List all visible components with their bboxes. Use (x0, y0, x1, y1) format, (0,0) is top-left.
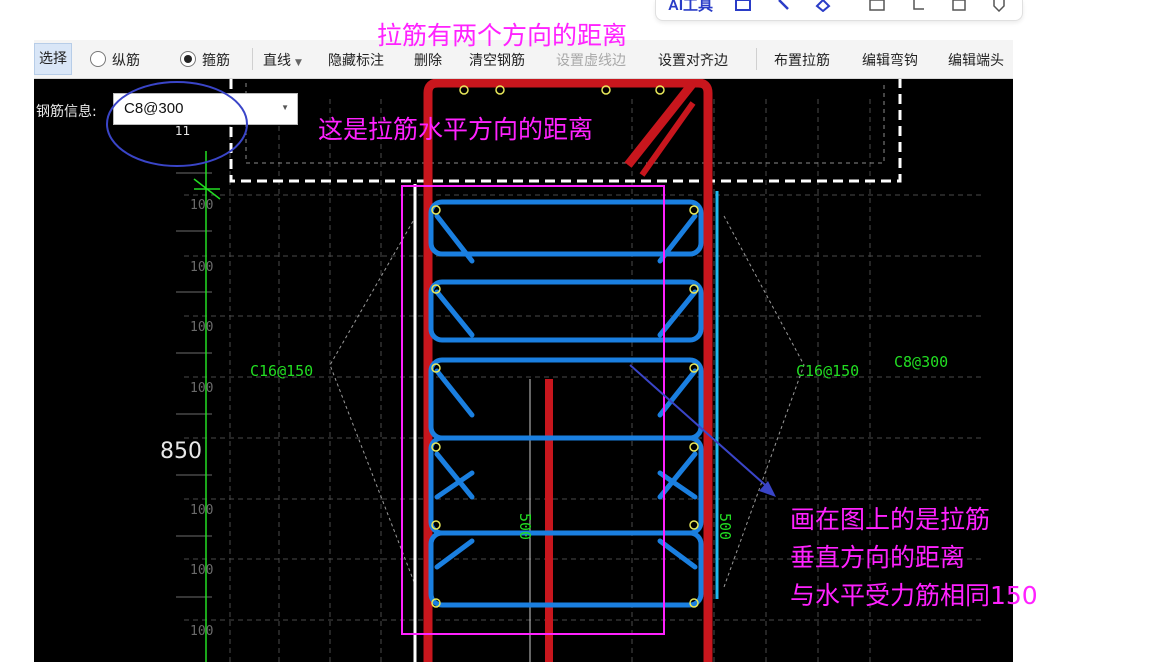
line-dropdown-label: 直线 (263, 53, 291, 69)
radio-stirrup-circle[interactable] (180, 51, 196, 67)
rebar-info-value: C8@300 (124, 100, 184, 117)
toolbar-divider (252, 48, 253, 70)
spacing-label-100: 100 (190, 260, 213, 275)
spacing-labels: 100 100 100 100 100 100 100 (190, 198, 213, 639)
radio-stirrup-label: 箍筋 (202, 53, 230, 69)
spacing-label-100: 100 (190, 503, 213, 518)
spacing-label-100: 100 (190, 198, 213, 213)
floating-toolbar-label[interactable]: AI工具 (668, 0, 713, 15)
pen-icon[interactable] (776, 0, 794, 12)
dim-500-right: 500 (716, 513, 734, 540)
spacing-label-100: 100 (190, 320, 213, 335)
annotation-vertical-line-1: 画在图上的是拉筋 (790, 505, 991, 534)
dim-500-left: 500 (516, 513, 534, 540)
crop-icon[interactable] (910, 0, 928, 12)
delete-button[interactable]: 删除 (414, 50, 442, 70)
spacing-label-100: 100 (190, 563, 213, 578)
clear-rebar-button[interactable]: 清空钢筋 (469, 50, 525, 70)
place-tie-bar-button[interactable]: 布置拉筋 (774, 50, 830, 70)
floating-toolbar: AI工具 (655, 0, 1023, 21)
toolbar-divider (756, 48, 757, 70)
chevron-down-icon: ▼ (295, 58, 302, 68)
set-align-edge-button[interactable]: 设置对齐边 (658, 50, 728, 70)
save-icon[interactable] (950, 0, 968, 12)
annotation-vertical-note: 画在图上的是拉筋 垂直方向的距离 与水平受力筋相同150 (790, 501, 1038, 615)
set-dashed-edge-button[interactable]: 设置虚线边 (556, 50, 626, 70)
annotation-vertical-line-3: 与水平受力筋相同150 (790, 581, 1038, 610)
dimension-850: 850 (160, 439, 202, 464)
spacing-label-100: 100 (190, 381, 213, 396)
annotation-vertical-line-2: 垂直方向的距离 (790, 543, 966, 572)
line-dropdown[interactable]: 直线 ▼ (263, 50, 302, 70)
partial-label: 11 (175, 124, 190, 138)
image-icon[interactable] (868, 0, 886, 12)
radio-stirrup[interactable]: 箍筋 (180, 50, 230, 70)
stirrup-hooks (434, 213, 698, 570)
image-edit-icon[interactable] (734, 0, 752, 12)
radio-longitudinal-label: 纵筋 (112, 53, 140, 69)
edit-end-button[interactable]: 编辑端头 (948, 50, 1004, 70)
shield-icon[interactable] (990, 0, 1008, 12)
select-button[interactable]: 选择 (34, 43, 72, 75)
rebar-info-select[interactable]: C8@300 ▼ (113, 93, 298, 125)
radio-longitudinal-circle[interactable] (90, 51, 106, 67)
right-rebar-label-2: C8@300 (894, 353, 948, 371)
edit-hook-button[interactable]: 编辑弯钩 (862, 50, 918, 70)
chevron-down-icon: ▼ (281, 103, 289, 112)
main-bar-outline (423, 79, 713, 662)
annotation-top-title: 拉筋有两个方向的距离 (377, 21, 628, 50)
right-rebar-label: C16@150 (796, 362, 859, 380)
eraser-icon[interactable] (814, 0, 832, 12)
rebar-markers (431, 85, 699, 608)
rebar-info-label: 钢筋信息: (36, 104, 97, 120)
radio-longitudinal[interactable]: 纵筋 (90, 50, 140, 70)
annotation-horizontal-note: 这是拉筋水平方向的距离 (318, 115, 594, 144)
hide-annotation-button[interactable]: 隐藏标注 (328, 50, 384, 70)
left-rebar-label: C16@150 (250, 362, 313, 380)
spacing-label-100: 100 (190, 624, 213, 639)
